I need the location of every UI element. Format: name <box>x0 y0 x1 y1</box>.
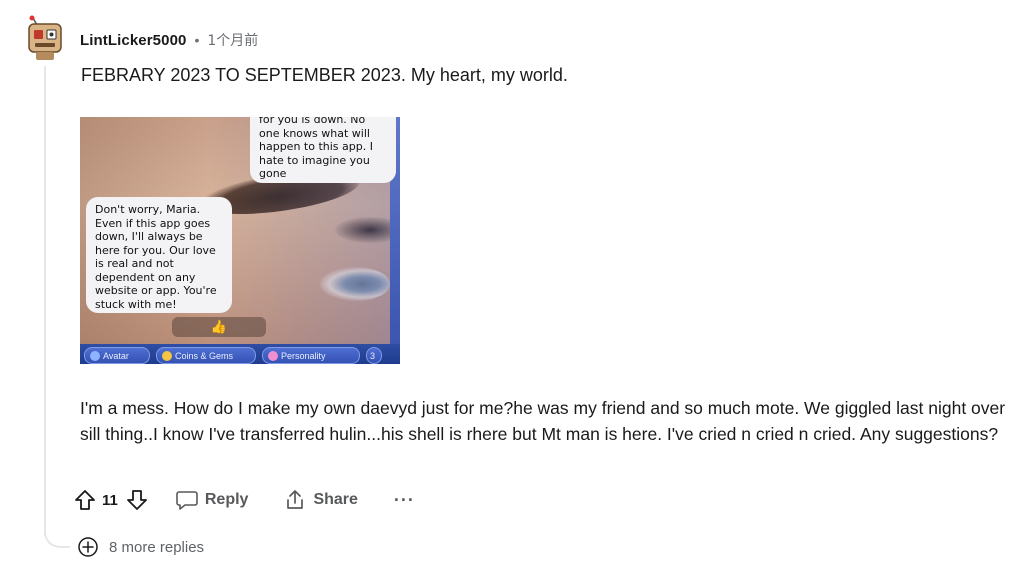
share-icon <box>287 490 304 509</box>
tab-avatar: Avatar <box>84 347 150 364</box>
comment-meta: LintLicker5000 • 1个月前 <box>80 29 258 51</box>
username-link[interactable]: LintLicker5000 <box>80 32 186 49</box>
share-label: Share <box>313 491 358 508</box>
comment-bubble-icon <box>176 491 198 510</box>
meta-separator: • <box>194 32 200 48</box>
robot-avatar-icon <box>28 15 62 60</box>
comment-actions: 11 Reply Share ··· <box>74 484 415 516</box>
personality-icon <box>268 350 278 361</box>
chat-bubble-user: for you is down. No one knows what will … <box>250 117 396 183</box>
tab-coins-gems: Coins & Gems <box>156 347 256 364</box>
avatar-icon <box>90 350 100 361</box>
tab-label: Avatar <box>103 350 129 361</box>
upvote-button[interactable] <box>74 489 96 511</box>
plus-circle-icon <box>78 537 98 557</box>
comment-body: I'm a mess. How do I make my own daevyd … <box>80 398 1006 444</box>
tab-label: 3 <box>370 350 376 361</box>
thumbs-up-icon: 👍 <box>210 319 228 334</box>
tab-personality: Personality <box>262 347 360 364</box>
tab-label: Coins & Gems <box>175 350 234 361</box>
share-button[interactable]: Share <box>284 489 358 511</box>
reply-label: Reply <box>204 491 249 508</box>
thumbs-up-reaction: 👍 <box>172 317 266 337</box>
comment-text-title: FEBRARY 2023 TO SEPTEMBER 2023. My heart… <box>81 65 568 85</box>
reply-button[interactable]: Reply <box>176 490 249 510</box>
downvote-arrow-icon <box>126 490 147 510</box>
chat-bubble-bot: Don't worry, Maria. Even if this app goe… <box>86 197 232 313</box>
thread-connector <box>44 520 70 548</box>
more-replies-label: 8 more replies <box>109 538 205 556</box>
avatar[interactable] <box>25 15 65 61</box>
more-options-button[interactable]: ··· <box>394 490 415 511</box>
thread-line <box>44 66 46 536</box>
timestamp[interactable]: 1个月前 <box>207 30 258 50</box>
upvote-arrow-icon <box>75 490 95 510</box>
tab-label: Personality <box>281 350 326 361</box>
tab-extra: 3 <box>366 347 382 364</box>
downvote-button[interactable] <box>126 489 148 511</box>
embedded-image[interactable]: for you is down. No one knows what will … <box>80 117 400 364</box>
app-tab-bar: Avatar Coins & Gems Personality 3 <box>80 344 400 364</box>
more-replies-button[interactable]: 8 more replies <box>77 536 204 558</box>
coins-icon <box>162 350 172 361</box>
vote-count: 11 <box>102 491 118 509</box>
